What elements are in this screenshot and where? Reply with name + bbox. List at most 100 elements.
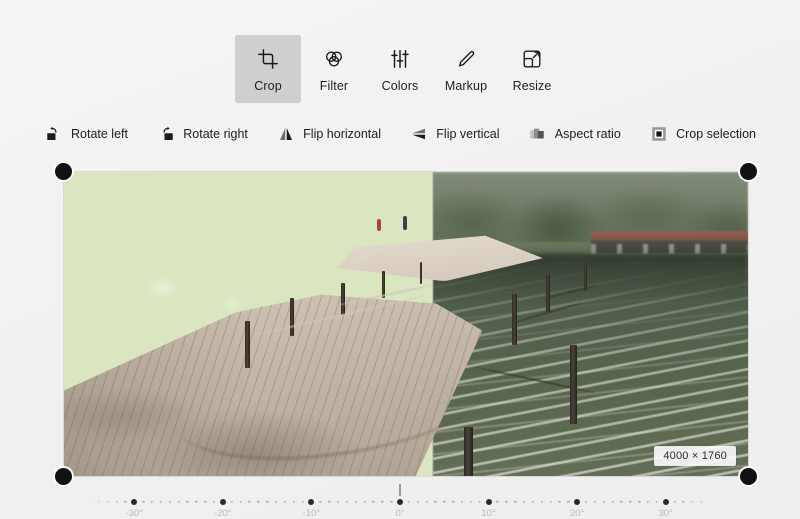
action-crop-selection[interactable]: Crop selection bbox=[649, 125, 756, 144]
rotation-tick-label: 0° bbox=[395, 508, 405, 519]
photo-post bbox=[546, 275, 551, 312]
tab-resize[interactable]: Resize bbox=[499, 35, 565, 103]
action-aspect-ratio-label: Aspect ratio bbox=[554, 127, 621, 141]
rotation-tick bbox=[593, 500, 597, 504]
rotation-tick bbox=[239, 500, 242, 504]
rotation-tick bbox=[372, 500, 375, 504]
rotation-tick bbox=[673, 500, 676, 504]
photo-person-dark bbox=[402, 216, 407, 231]
rotate-left-icon bbox=[44, 125, 63, 144]
rotation-tick bbox=[168, 500, 171, 504]
rotation-tick bbox=[301, 500, 304, 504]
crop-canvas[interactable]: 4000 × 1760 bbox=[55, 163, 757, 485]
rotation-tick bbox=[336, 500, 340, 504]
rotation-tick bbox=[443, 500, 446, 504]
rotation-tick bbox=[319, 500, 322, 504]
rotation-tick bbox=[549, 500, 552, 504]
rotation-tick bbox=[159, 500, 163, 504]
rotation-tick bbox=[257, 500, 260, 504]
action-rotate-left[interactable]: Rotate left bbox=[44, 125, 128, 144]
rotation-tick bbox=[558, 500, 561, 504]
rotation-tick bbox=[308, 498, 315, 505]
rotation-tick bbox=[292, 500, 295, 504]
rotation-tick bbox=[620, 500, 623, 504]
rotation-tick bbox=[478, 500, 481, 504]
rotation-tick bbox=[230, 500, 233, 504]
flip-vertical-icon bbox=[409, 125, 428, 144]
rotation-tick bbox=[106, 500, 109, 504]
rotation-tick bbox=[345, 500, 349, 504]
rotation-slider[interactable]: -30° -20° -10° 0° 10° 20° 30° bbox=[0, 484, 800, 519]
crop-selection-icon bbox=[649, 125, 668, 144]
rotation-tick-label: -10° bbox=[302, 508, 321, 519]
crop-handle-top-left[interactable] bbox=[55, 163, 72, 180]
rotate-right-icon bbox=[156, 125, 175, 144]
rotation-tick bbox=[186, 500, 189, 504]
rotation-tick bbox=[602, 500, 605, 504]
rotation-tick bbox=[567, 500, 570, 504]
action-rotate-right[interactable]: Rotate right bbox=[156, 125, 248, 144]
photo-post bbox=[419, 261, 423, 285]
rotation-tick bbox=[496, 500, 499, 504]
rotation-tick-label: 30° bbox=[658, 508, 673, 519]
tab-colors[interactable]: Colors bbox=[367, 35, 433, 103]
rotation-tick bbox=[274, 500, 278, 504]
tab-markup[interactable]: Markup bbox=[433, 35, 499, 103]
rotation-tick bbox=[513, 500, 517, 504]
flip-horizontal-icon bbox=[276, 125, 295, 144]
rotation-tick bbox=[283, 500, 287, 504]
rotation-tick bbox=[363, 500, 366, 504]
rotation-tick bbox=[646, 500, 650, 504]
photo-layers bbox=[64, 172, 748, 476]
rotation-tick bbox=[662, 498, 669, 505]
rotation-tick bbox=[203, 500, 207, 504]
rotation-tick bbox=[131, 498, 138, 505]
rotation-tick bbox=[88, 500, 92, 504]
rotation-tick bbox=[637, 500, 641, 504]
rotation-tick bbox=[584, 500, 588, 504]
rotation-tick bbox=[416, 500, 419, 504]
photo-bridge bbox=[590, 231, 748, 253]
action-flip-horizontal[interactable]: Flip horizontal bbox=[276, 125, 381, 144]
tab-filter[interactable]: Filter bbox=[301, 35, 367, 103]
rotation-tick bbox=[150, 500, 154, 504]
rotation-tick bbox=[540, 500, 543, 504]
tab-crop[interactable]: Crop bbox=[235, 35, 301, 103]
rotation-tick bbox=[655, 500, 659, 504]
rotation-tick bbox=[265, 500, 269, 504]
photo-post bbox=[289, 298, 294, 337]
photo-post bbox=[245, 320, 251, 369]
action-flip-horizontal-label: Flip horizontal bbox=[303, 127, 381, 141]
photo-post bbox=[570, 345, 578, 425]
rotation-tick-label: 20° bbox=[569, 508, 585, 519]
rotation-tick bbox=[397, 498, 403, 505]
rotation-tick bbox=[219, 498, 226, 505]
crop-handle-bottom-left[interactable] bbox=[55, 468, 72, 485]
rotation-tick bbox=[611, 500, 614, 504]
rotation-tick bbox=[115, 500, 118, 504]
rotation-slider-pointer bbox=[399, 484, 401, 496]
action-flip-vertical[interactable]: Flip vertical bbox=[409, 125, 500, 144]
rotation-tick bbox=[141, 500, 145, 504]
crop-handle-bottom-right[interactable] bbox=[740, 468, 757, 485]
rotation-tick bbox=[124, 500, 127, 504]
tab-markup-label: Markup bbox=[444, 78, 488, 93]
action-aspect-ratio[interactable]: Aspect ratio bbox=[528, 125, 621, 144]
rotation-tick bbox=[460, 500, 464, 504]
rotation-tick bbox=[574, 498, 581, 505]
image-size-badge: 4000 × 1760 bbox=[654, 446, 736, 466]
rotation-tick bbox=[469, 500, 473, 504]
tab-filter-label: Filter bbox=[319, 78, 349, 93]
rotation-tick bbox=[327, 500, 331, 504]
rotation-tick bbox=[248, 500, 251, 504]
tab-resize-label: Resize bbox=[512, 78, 552, 93]
crop-icon bbox=[257, 46, 279, 72]
tab-colors-label: Colors bbox=[381, 78, 419, 93]
rotation-tick bbox=[425, 500, 428, 504]
rotation-slider-track[interactable] bbox=[88, 498, 712, 507]
image-editor-window: Crop Filter Colors Markup Resize Rotate … bbox=[0, 0, 800, 519]
rotation-tick bbox=[97, 500, 101, 504]
crop-handle-top-right[interactable] bbox=[740, 163, 757, 180]
aspect-ratio-icon bbox=[528, 125, 547, 144]
rotation-tick bbox=[522, 500, 526, 504]
